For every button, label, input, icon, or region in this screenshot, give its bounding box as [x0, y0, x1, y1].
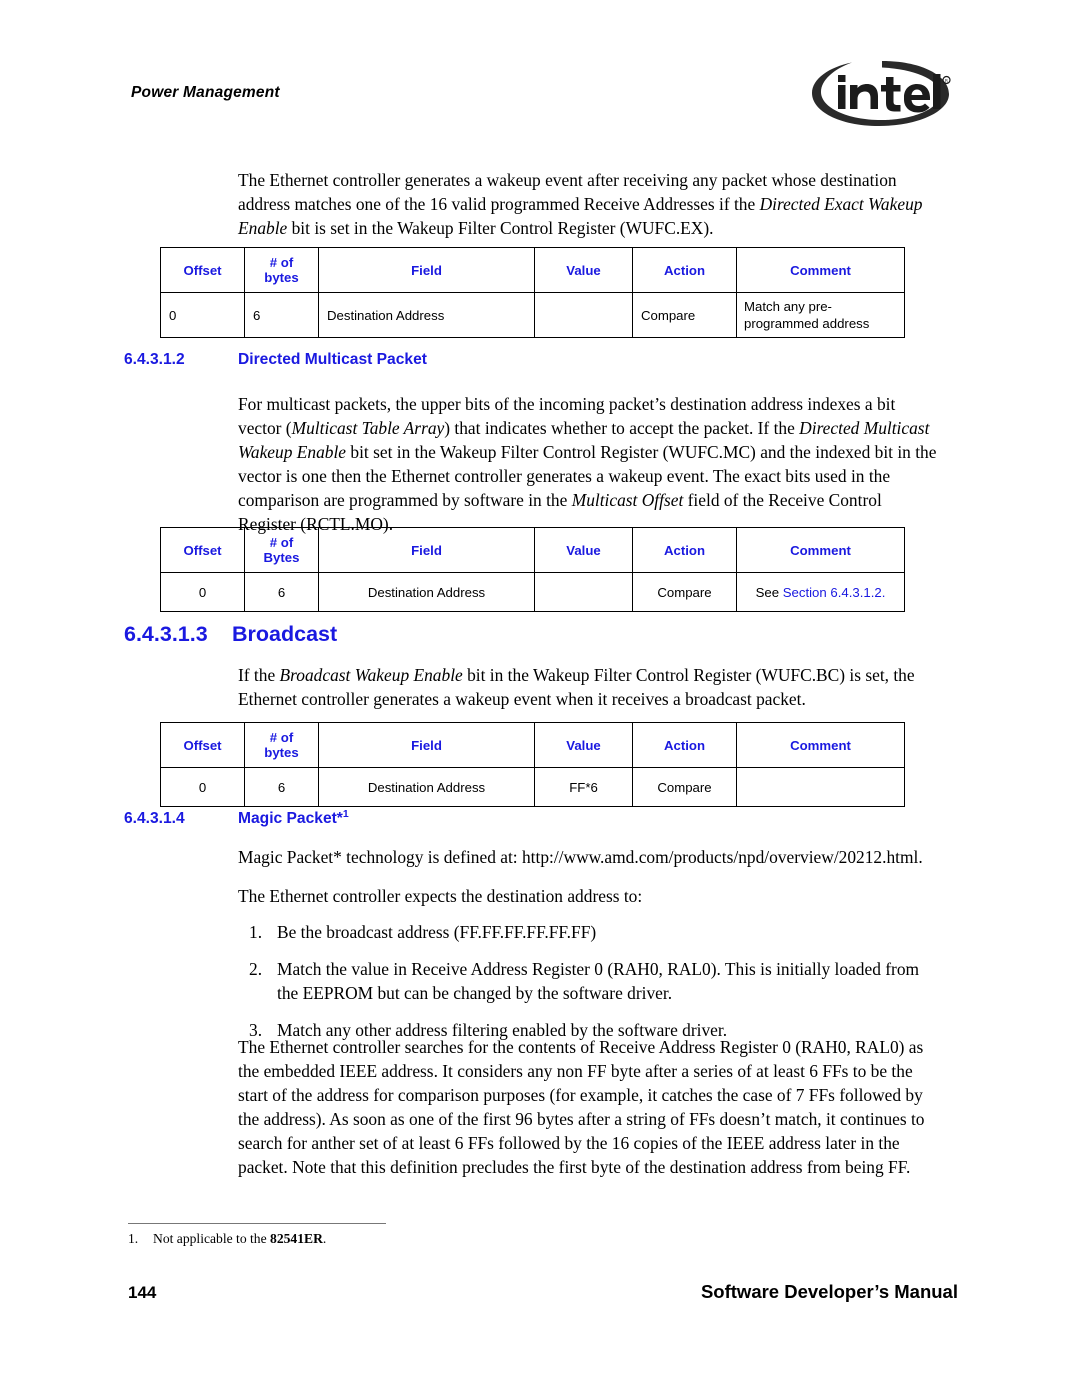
footnote-marker: 1.	[128, 1231, 139, 1246]
header-bytes-line1: # of	[269, 255, 294, 270]
heading-number: 6.4.3.1.4	[124, 810, 185, 827]
cell-bytes: 6	[244, 767, 319, 807]
header-bytes: # of Bytes	[244, 527, 319, 573]
table-header-row: Offset # of bytes Field Value Action Com…	[160, 247, 905, 293]
cell-value: FF*6	[534, 767, 633, 807]
cell-field: Destination Address	[318, 572, 535, 612]
running-header-title: Power Management	[131, 84, 280, 101]
header-comment: Comment	[736, 527, 905, 573]
list-item-text: Match the value in Receive Address Regis…	[277, 959, 920, 1004]
heading-broadcast: 6.4.3.1.3 Broadcast	[124, 622, 337, 647]
header-bytes: # of bytes	[244, 247, 319, 293]
header-offset: Offset	[160, 247, 245, 293]
footnote-prefix: Not applicable to the	[153, 1231, 271, 1246]
header-bytes-line2: Bytes	[263, 550, 300, 565]
header-value: Value	[534, 722, 633, 768]
heading-title: Directed Multicast Packet	[238, 351, 427, 368]
header-comment: Comment	[736, 247, 905, 293]
header-comment: Comment	[736, 722, 905, 768]
table-row: 0 6 Destination Address FF*6 Compare	[160, 767, 905, 807]
header-value: Value	[534, 527, 633, 573]
cell-action: Compare	[632, 767, 737, 807]
cell-value	[534, 572, 633, 612]
header-action: Action	[632, 527, 737, 573]
cell-field: Destination Address	[318, 767, 535, 807]
cell-field: Destination Address	[318, 292, 535, 338]
cell-offset: 0	[160, 572, 245, 612]
header-offset: Offset	[160, 527, 245, 573]
broadcast-paragraph: If the Broadcast Wakeup Enable bit in th…	[238, 663, 942, 711]
header-action: Action	[632, 722, 737, 768]
intel-logo: R	[806, 56, 954, 130]
broadcast-text-1: If the	[238, 665, 280, 685]
heading-title: Magic Packet*	[238, 810, 343, 827]
comment-prefix: See	[755, 584, 783, 600]
table-broadcast: Offset # of bytes Field Value Action Com…	[160, 722, 905, 807]
header-offset: Offset	[160, 722, 245, 768]
table-directed-exact: Offset # of bytes Field Value Action Com…	[160, 247, 905, 338]
cell-offset: 0	[160, 767, 245, 807]
cell-value	[534, 292, 633, 338]
cell-comment: See Section 6.4.3.1.2.	[736, 572, 905, 612]
multicast-text-2: ) that indicates whether to accept the p…	[444, 418, 800, 439]
list-item: 1. Be the broadcast address (FF.FF.FF.FF…	[238, 920, 942, 944]
heading-magic-packet: 6.4.3.1.4 Magic Packet*1	[124, 807, 349, 828]
heading-number: 6.4.3.1.3	[124, 622, 208, 646]
magic-packet-expects-paragraph: The Ethernet controller expects the dest…	[238, 886, 643, 906]
heading-number: 6.4.3.1.2	[124, 351, 185, 368]
footnote-part-number: 82541ER	[270, 1231, 323, 1246]
intro-text-2: bit is set in the Wakeup Filter Control …	[287, 218, 714, 239]
cell-bytes: 6	[244, 292, 319, 338]
svg-text:R: R	[945, 78, 948, 84]
cell-action: Compare	[632, 292, 737, 338]
header-bytes-line1: # of	[269, 730, 294, 745]
header-bytes-line1: # of	[269, 535, 294, 550]
list-item: 2. Match the value in Receive Address Re…	[238, 957, 942, 1005]
header-field: Field	[318, 527, 535, 573]
table-directed-multicast: Offset # of Bytes Field Value Action Com…	[160, 527, 905, 612]
multicast-italic-3: Multicast Offset	[571, 490, 684, 511]
heading-directed-multicast: 6.4.3.1.2 Directed Multicast Packet	[124, 351, 427, 369]
table-row: 0 6 Destination Address Compare See Sect…	[160, 572, 905, 612]
list-item-text: Be the broadcast address (FF.FF.FF.FF.FF…	[277, 922, 597, 942]
footnote-separator-rule	[128, 1223, 386, 1224]
cell-action: Compare	[632, 572, 737, 612]
table-row: 0 6 Destination Address Compare Match an…	[160, 292, 905, 338]
intro-paragraph: The Ethernet controller generates a wake…	[238, 168, 942, 240]
cell-offset: 0	[160, 292, 245, 338]
header-bytes: # of bytes	[244, 722, 319, 768]
magic-packet-url-paragraph: Magic Packet* technology is defined at: …	[238, 847, 923, 867]
heading-title: Broadcast	[232, 622, 338, 646]
list-item-marker: 2.	[249, 959, 263, 980]
multicast-italic-1: Multicast Table Array	[291, 418, 445, 439]
header-field: Field	[318, 247, 535, 293]
list-item-marker: 1.	[249, 922, 263, 942]
broadcast-italic-1: Broadcast Wakeup Enable	[279, 665, 463, 685]
magic-packet-closing-paragraph: The Ethernet controller searches for the…	[238, 1037, 925, 1178]
manual-title: Software Developer’s Manual	[700, 1281, 958, 1302]
document-page: Power Management R The Ethernet controll…	[0, 0, 1080, 1397]
footnote-reference-marker: 1	[342, 807, 349, 820]
header-bytes-line2: bytes	[264, 270, 299, 285]
multicast-paragraph: For multicast packets, the upper bits of…	[238, 392, 942, 537]
cell-comment	[736, 767, 905, 807]
section-cross-reference-link[interactable]: Section 6.4.3.1.2.	[783, 585, 886, 600]
cell-comment: Match any pre-programmed address	[736, 292, 905, 338]
header-value: Value	[534, 247, 633, 293]
table-header-row: Offset # of bytes Field Value Action Com…	[160, 722, 905, 768]
header-field: Field	[318, 722, 535, 768]
page-number: 144	[128, 1283, 157, 1302]
table-header-row: Offset # of Bytes Field Value Action Com…	[160, 527, 905, 573]
footnote-1: 1. Not applicable to the 82541ER.	[128, 1230, 326, 1248]
header-action: Action	[632, 247, 737, 293]
footnote-suffix: .	[322, 1231, 327, 1246]
cell-bytes: 6	[244, 572, 319, 612]
header-bytes-line2: bytes	[264, 745, 299, 760]
